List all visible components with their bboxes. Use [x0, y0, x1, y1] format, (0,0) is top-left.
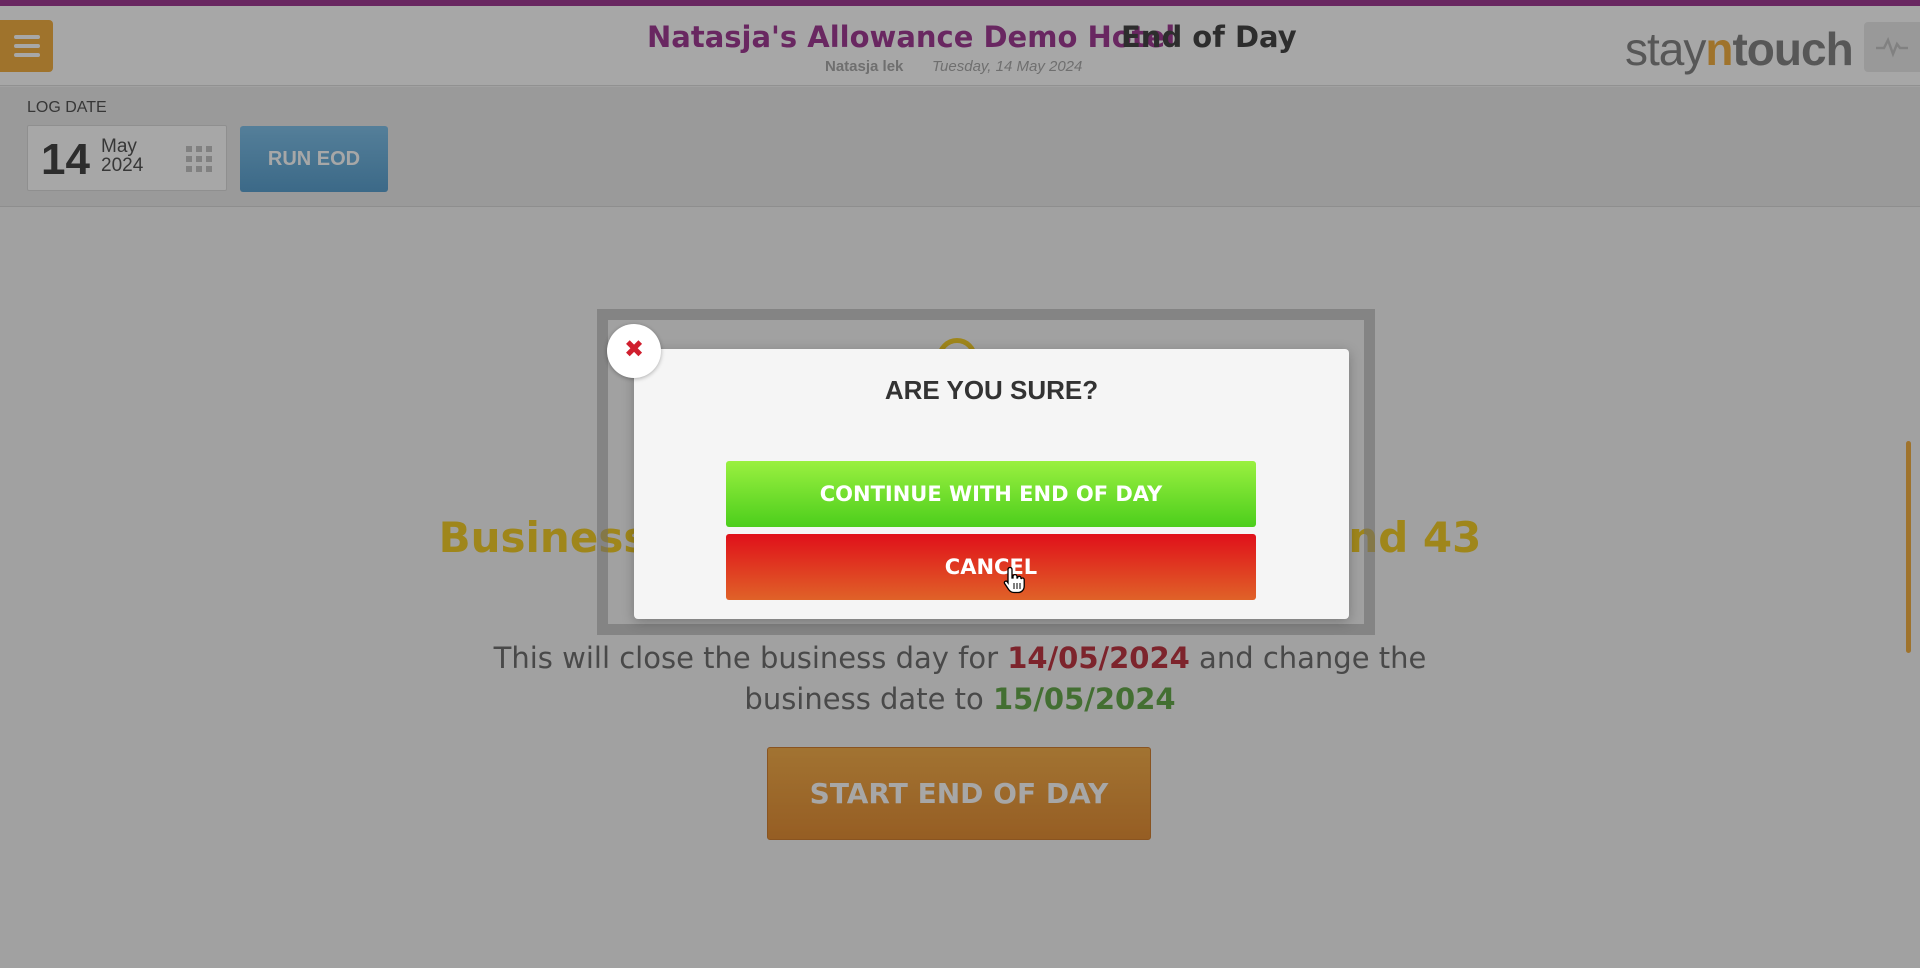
dialog-title: ARE YOU SURE?: [884, 375, 1099, 405]
close-icon: ✖: [623, 335, 645, 363]
confirm-dialog: ARE YOU SURE? CONTINUE WITH END OF DAY C…: [634, 349, 1349, 619]
close-dialog-button[interactable]: ✖: [607, 324, 661, 378]
continue-end-of-day-button[interactable]: CONTINUE WITH END OF DAY: [726, 461, 1256, 527]
cancel-button[interactable]: CANCEL: [726, 534, 1256, 600]
hand-cursor-icon: [1003, 566, 1025, 594]
